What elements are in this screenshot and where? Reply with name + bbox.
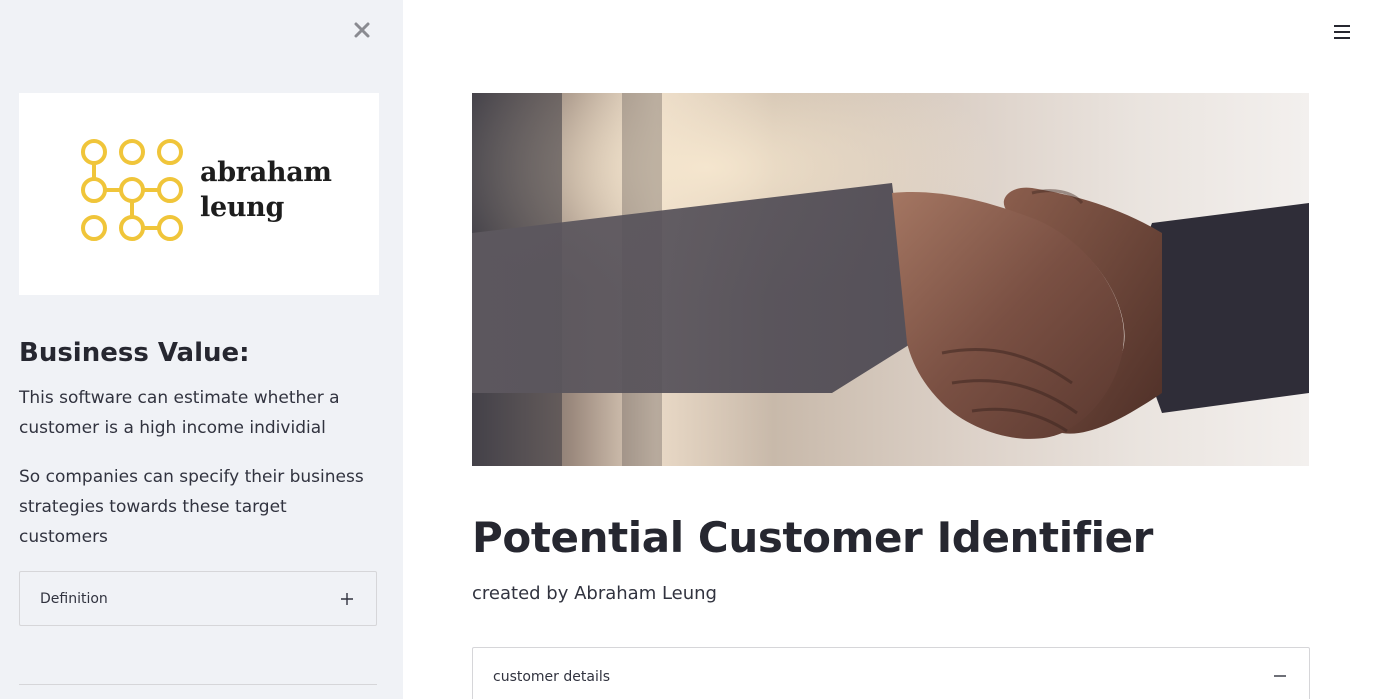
- logo-line-1: abraham: [200, 157, 332, 188]
- minus-icon: [1274, 675, 1286, 677]
- plus-icon: [341, 592, 353, 605]
- business-value-paragraph-2: So companies can specify their business …: [19, 467, 364, 547]
- business-value-paragraph-1: This software can estimate whether a cus…: [19, 388, 340, 438]
- logo-wordmark: abraham leung: [200, 155, 332, 225]
- page-subtitle: created by Abraham Leung: [472, 583, 717, 604]
- handshake-photo: [472, 93, 1309, 466]
- app-root: abraham leung Business Value: This softw…: [0, 0, 1385, 699]
- logo-mark-icon: [81, 139, 183, 241]
- close-sidebar-button[interactable]: [350, 18, 374, 42]
- main-menu-button[interactable]: [1330, 20, 1354, 44]
- definition-expander[interactable]: Definition: [19, 571, 377, 626]
- hamburger-menu-icon: [1334, 25, 1350, 39]
- sidebar-divider: [19, 684, 377, 685]
- logo-line-2: leung: [200, 192, 285, 223]
- sidebar: abraham leung Business Value: This softw…: [0, 0, 403, 699]
- business-value-heading: Business Value:: [19, 338, 250, 368]
- customer-details-expander[interactable]: customer details: [472, 647, 1310, 699]
- close-icon: [354, 22, 370, 38]
- page-title: Potential Customer Identifier: [472, 513, 1153, 562]
- definition-expander-label: Definition: [40, 590, 108, 607]
- customer-details-expander-label: customer details: [493, 669, 611, 685]
